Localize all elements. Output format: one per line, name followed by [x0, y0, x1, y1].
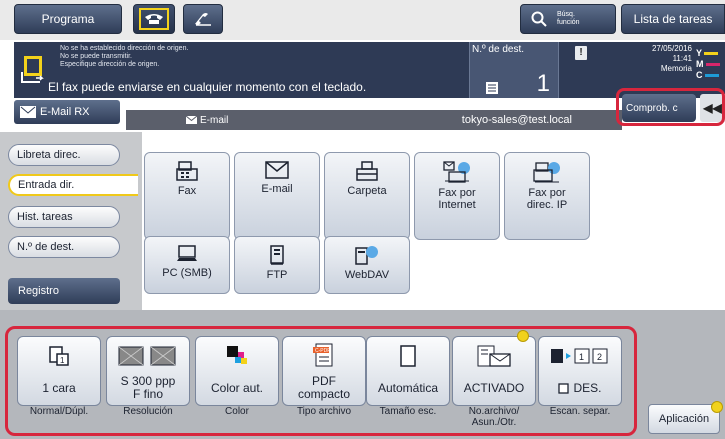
highlight-frame-bottom [5, 326, 637, 436]
status-messages: No se ha establecido dirección de origen… [60, 45, 188, 69]
toner-magenta: M [696, 59, 720, 70]
internet-fax-label: Fax por Internet [438, 187, 476, 211]
handset-icon [195, 13, 211, 26]
destination-address: tokyo-sales@test.local [461, 114, 572, 126]
date: 27/05/2016 [651, 44, 692, 53]
fax-button[interactable]: Fax [144, 152, 230, 240]
email-rx-label: E-Mail RX [40, 106, 90, 118]
envelope-icon [265, 161, 289, 179]
internet-fax-icon [443, 161, 470, 183]
register-button[interactable]: Registro [8, 278, 120, 304]
destination-grid: Fax E-mail Carpeta Fax por Internet Fax … [142, 132, 725, 310]
fax-line-button[interactable] [133, 4, 175, 34]
date-time: 27/05/2016 11:41 Memoria [632, 44, 692, 74]
ip-fax-button[interactable]: Fax por direc. IP [504, 152, 590, 240]
email-label: E-mail [261, 183, 293, 195]
job-list-button[interactable]: Lista de tareas [621, 4, 725, 34]
ftp-button[interactable]: FTP [234, 236, 320, 294]
tab-address-book[interactable]: Libreta direc. [8, 144, 120, 166]
folder-icon [356, 161, 378, 181]
envelope-icon [186, 116, 197, 124]
destination-count-box[interactable]: N.º de dest. 1 [469, 42, 559, 98]
phone-icon [139, 8, 169, 30]
destination-count-label: N.º de dest. [472, 44, 525, 55]
email-rx-button[interactable]: E-Mail RX [14, 100, 120, 124]
destination-field: E-mail tokyo-sales@test.local [126, 110, 622, 130]
status-message: Especifique dirección de origen. [60, 61, 160, 68]
folder-button[interactable]: Carpeta [324, 152, 410, 240]
tab-direct-input[interactable]: Entrada dir. [8, 174, 138, 196]
fax-document-icon [21, 56, 44, 83]
ftp-label: FTP [266, 269, 288, 281]
envelope-icon [20, 106, 36, 118]
time: 11:41 [672, 54, 692, 63]
search-function-button[interactable]: Búsq. función [520, 4, 616, 34]
tab-destination-number[interactable]: N.º de dest. [8, 236, 120, 258]
webdav-label: WebDAV [344, 269, 390, 281]
ip-fax-icon [533, 162, 560, 183]
server-icon [270, 245, 284, 265]
search-icon [531, 11, 547, 27]
application-button[interactable]: Aplicación [648, 404, 720, 434]
application-indicator-icon [711, 401, 723, 413]
destination-type: E-mail [186, 115, 228, 126]
destination-count-value: 1 [536, 70, 550, 97]
webdav-button[interactable]: WebDAV [324, 236, 410, 294]
email-button[interactable]: E-mail [234, 152, 320, 240]
folder-label: Carpeta [347, 185, 387, 197]
webdav-server-icon [355, 246, 378, 265]
ip-fax-label: Fax por direc. IP [526, 187, 568, 211]
fax-icon [176, 161, 198, 181]
tab-job-history[interactable]: Hist. tareas [8, 206, 120, 228]
computer-icon [177, 245, 197, 261]
programa-button[interactable]: Programa [14, 4, 122, 34]
pc-smb-label: PC (SMB) [162, 267, 212, 279]
top-bar: Programa Búsq. función Lista de tareas [0, 0, 725, 40]
warning-icon[interactable]: ! [575, 46, 587, 60]
pc-smb-button[interactable]: PC (SMB) [144, 236, 230, 294]
search-function-label: Búsq. función [557, 11, 580, 26]
list-icon [486, 82, 498, 94]
main-message: El fax puede enviarse en cualquier momen… [48, 80, 367, 94]
status-message: No se puede transmitir. [60, 53, 132, 60]
on-hook-button[interactable] [183, 4, 223, 34]
internet-fax-button[interactable]: Fax por Internet [414, 152, 500, 240]
memory-label: Memoria [660, 64, 692, 73]
toner-cyan: C [696, 70, 720, 81]
destination-type-label: E-mail [200, 114, 229, 126]
toner-yellow: Y [696, 48, 720, 59]
toner-levels: Y M C [696, 48, 720, 81]
status-message: No se ha establecido dirección de origen… [60, 45, 189, 52]
fax-label: Fax [177, 185, 197, 197]
left-tab-pane: Libreta direc. Entrada dir. Hist. tareas… [0, 132, 142, 310]
highlight-frame-top [616, 88, 725, 126]
